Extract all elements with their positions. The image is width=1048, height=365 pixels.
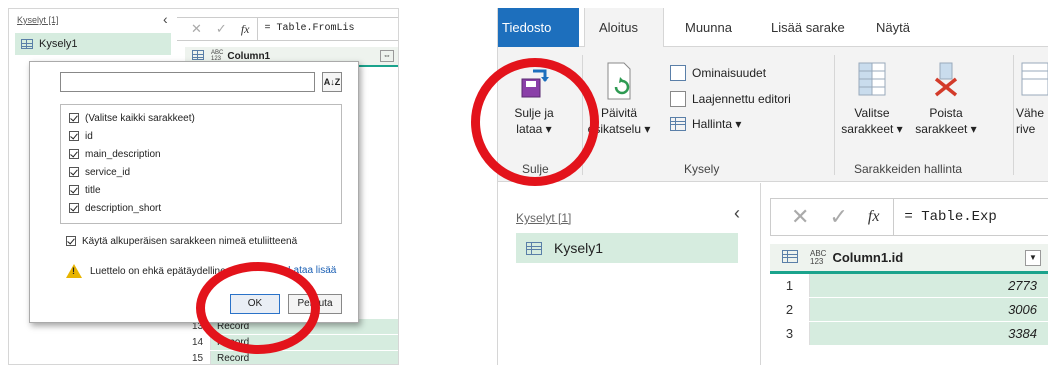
row-number: 14 [185, 335, 211, 350]
table-row[interactable]: 3 3384 [770, 322, 1048, 346]
table-row[interactable]: 1 2773 [770, 274, 1048, 298]
group-label-manage-columns: Sarakkeiden hallinta [854, 162, 963, 176]
checkbox-description-short[interactable]: description_short [61, 199, 341, 217]
column-header-label: Column1 [227, 50, 271, 62]
checkbox-icon[interactable] [69, 167, 79, 177]
cancel-formula-icon[interactable]: ✕ [791, 204, 809, 230]
column-header-label: Column1.id [832, 250, 904, 265]
cell-value[interactable]: 3006 [810, 298, 1048, 321]
cell-value[interactable]: 3384 [810, 322, 1048, 345]
search-input[interactable] [60, 72, 315, 92]
group-label-query: Kysely [684, 162, 720, 176]
cell-value[interactable]: 2773 [810, 274, 1048, 297]
checkbox-use-prefix[interactable]: Käytä alkuperäisen sarakkeen nimeä etuli… [58, 232, 297, 250]
query-item-label: Kysely1 [554, 240, 604, 256]
checkbox-main-description[interactable]: main_description [61, 145, 341, 163]
reduce-rows-button[interactable]: Vähe rive [1016, 61, 1048, 137]
fx-icon[interactable]: fx [868, 208, 880, 226]
checkbox-icon[interactable] [69, 131, 79, 141]
checkbox-icon[interactable] [69, 203, 79, 213]
accept-formula-icon[interactable]: ✓ [829, 204, 847, 230]
column-list: (Valitse kaikki sarakkeet) id main_descr… [60, 104, 342, 224]
tab-add-column[interactable]: Lisää sarake [771, 8, 845, 47]
tab-home[interactable]: Aloitus [584, 8, 664, 48]
highlight-circle-close-load [471, 58, 599, 186]
tab-transform[interactable]: Muunna [685, 8, 732, 47]
queries-pane-title: Kyselyt [1] [516, 211, 572, 225]
properties-icon [670, 65, 686, 81]
formula-input[interactable]: = Table.Exp [893, 199, 997, 235]
checkbox-id[interactable]: id [61, 127, 341, 145]
warning-icon [66, 264, 82, 278]
reduce-rows-icon [1021, 62, 1048, 96]
checkbox-label: Käytä alkuperäisen sarakkeen nimeä etuli… [82, 235, 298, 247]
row-number: 3 [770, 322, 810, 345]
checkbox-label: (Valitse kaikki sarakkeet) [85, 112, 195, 124]
checkbox-select-all[interactable]: (Valitse kaikki sarakkeet) [61, 109, 341, 127]
checkbox-title[interactable]: title [61, 181, 341, 199]
right-screenshot: Tiedosto Aloitus Muunna Lisää sarake Näy… [497, 8, 1048, 365]
highlight-circle-ok [196, 262, 320, 354]
table-row[interactable]: 15 Record [185, 351, 398, 364]
checkbox-label: description_short [85, 202, 162, 214]
table-row[interactable]: 2 3006 [770, 298, 1048, 322]
expand-column-icon[interactable]: ⇔ [380, 50, 394, 62]
query-item-kysely1[interactable]: Kysely1 [15, 33, 171, 55]
manage-button[interactable]: Hallinta ▾ [670, 117, 741, 131]
cancel-formula-icon[interactable]: ✕ [191, 21, 202, 37]
formula-bar: ✕ ✓ fx = Table.Exp [770, 198, 1048, 236]
formula-bar: ✕ ✓ fx = Table.FromLis [177, 17, 398, 41]
queries-pane-title: Kyselyt [1] [17, 15, 59, 25]
checkbox-label: main_description [85, 148, 161, 160]
advanced-editor-button[interactable]: Laajennettu editori [670, 91, 791, 107]
table-icon [21, 39, 33, 49]
checkbox-label: title [85, 184, 101, 196]
table-icon [526, 241, 542, 255]
row-number: 1 [770, 274, 810, 297]
ribbon-tabs: Tiedosto Aloitus Muunna Lisää sarake Näy… [498, 8, 1048, 48]
table-menu-icon[interactable] [770, 249, 810, 266]
checkbox-service-id[interactable]: service_id [61, 163, 341, 181]
row-number: 2 [770, 298, 810, 321]
choose-columns-button[interactable]: Valitse sarakkeet ▾ [838, 61, 906, 137]
accept-formula-icon[interactable]: ✓ [216, 21, 227, 37]
cell-value[interactable]: Record [211, 351, 398, 364]
chevron-down-icon[interactable]: ▼ [1025, 249, 1041, 266]
choose-columns-icon [858, 62, 886, 96]
checkbox-icon[interactable] [66, 236, 76, 246]
column-header[interactable]: ABC 123 Column1.id ▼ [770, 244, 1048, 274]
data-grid: ABC 123 Column1.id ▼ 1 2773 2 3006 3 3384 [770, 244, 1048, 346]
tab-view[interactable]: Näytä [876, 8, 910, 47]
query-item-kysely1[interactable]: Kysely1 [516, 233, 738, 263]
queries-pane: Kyselyt [1] ‹ Kysely1 [498, 183, 761, 365]
type-any-icon[interactable]: ABC 123 [810, 249, 826, 266]
collapse-pane-icon[interactable]: ‹ [163, 11, 168, 27]
incomplete-list-warning: Luettelo on ehkä epätäydellinen. [66, 264, 234, 278]
group-divider [834, 55, 835, 175]
properties-button[interactable]: Ominaisuudet [670, 65, 766, 81]
checkbox-label: id [85, 130, 93, 142]
checkbox-icon[interactable] [69, 149, 79, 159]
advanced-editor-icon [670, 91, 686, 107]
checkbox-icon[interactable] [69, 113, 79, 123]
row-number: 15 [185, 351, 211, 364]
collapse-pane-icon[interactable]: ‹ [734, 203, 740, 224]
sort-az-button[interactable]: A↓Z [322, 72, 342, 92]
group-divider [1013, 55, 1014, 175]
remove-columns-button[interactable]: Poista sarakkeet ▾ [912, 61, 980, 137]
warning-text: Luettelo on ehkä epätäydellinen. [90, 265, 235, 277]
fx-icon[interactable]: fx [241, 22, 250, 37]
tab-file[interactable]: Tiedosto [498, 8, 579, 47]
formula-input[interactable]: = Table.FromLis [257, 18, 355, 40]
checkbox-label: service_id [85, 166, 131, 178]
refresh-icon [607, 62, 631, 100]
manage-icon [670, 117, 686, 131]
query-item-label: Kysely1 [39, 38, 78, 50]
remove-columns-icon [934, 62, 958, 97]
checkbox-icon[interactable] [69, 185, 79, 195]
